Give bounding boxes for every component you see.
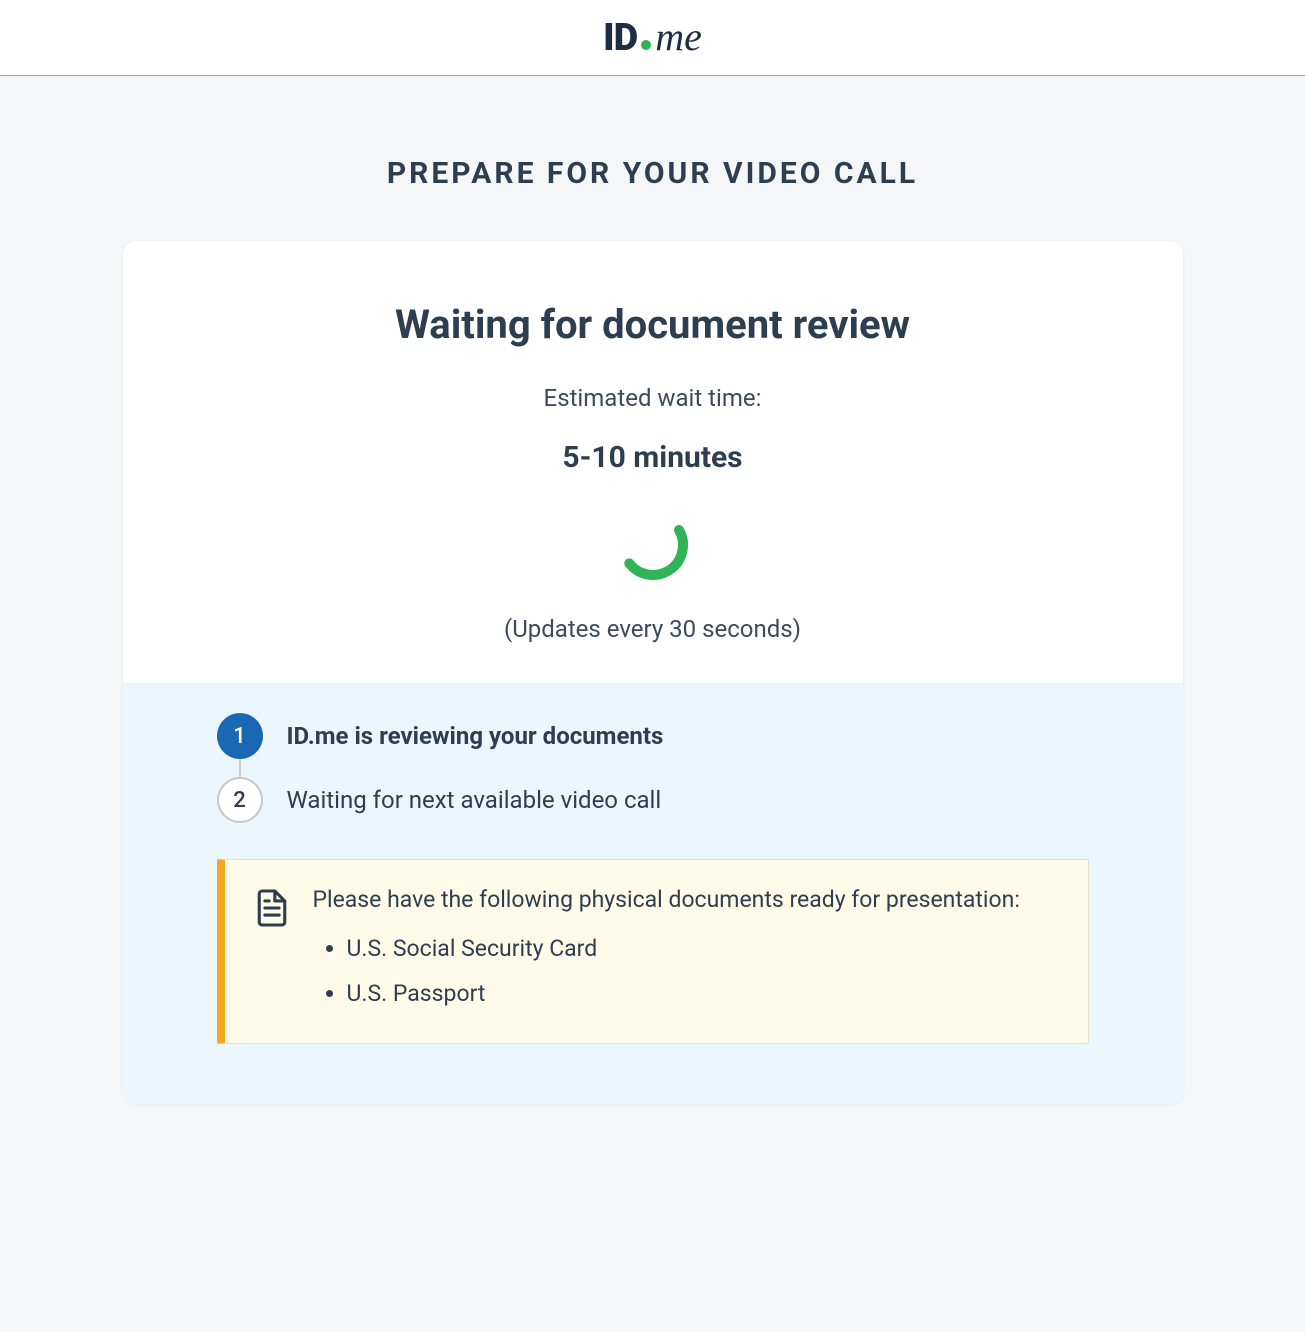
documents-list: U.S. Social Security Card U.S. Passport [313,935,1058,1007]
document-icon [255,888,289,1007]
steps-container: 1 ID.me is reviewing your documents 2 Wa… [217,713,1089,823]
document-item: U.S. Passport [347,980,1058,1007]
documents-notice: Please have the following physical docum… [217,859,1089,1044]
card-top-section: Waiting for document review Estimated wa… [123,241,1183,683]
idme-logo: ID me [603,16,702,60]
spinner-icon [613,505,693,585]
update-note: (Updates every 30 seconds) [163,615,1143,643]
step-number-badge: 2 [217,777,263,823]
page-title: PREPARE FOR YOUR VIDEO CALL [0,156,1305,191]
wait-time-label: Estimated wait time: [163,384,1143,412]
step-label: Waiting for next available video call [287,786,662,814]
logo-id-text: ID [603,16,637,60]
notice-body: Please have the following physical docum… [313,886,1058,1007]
step-number-badge: 1 [217,713,263,759]
card-title: Waiting for document review [163,301,1143,348]
step-item: 1 ID.me is reviewing your documents [217,713,1089,759]
card-bottom-section: 1 ID.me is reviewing your documents 2 Wa… [123,683,1183,1104]
status-card: Waiting for document review Estimated wa… [123,241,1183,1104]
document-item: U.S. Social Security Card [347,935,1058,962]
header: ID me [0,0,1305,76]
wait-time-value: 5-10 minutes [163,440,1143,475]
notice-text: Please have the following physical docum… [313,886,1058,913]
logo-dot-icon [641,40,651,50]
logo-me-text: me [655,17,702,57]
step-item: 2 Waiting for next available video call [217,777,1089,823]
step-label: ID.me is reviewing your documents [287,722,664,750]
